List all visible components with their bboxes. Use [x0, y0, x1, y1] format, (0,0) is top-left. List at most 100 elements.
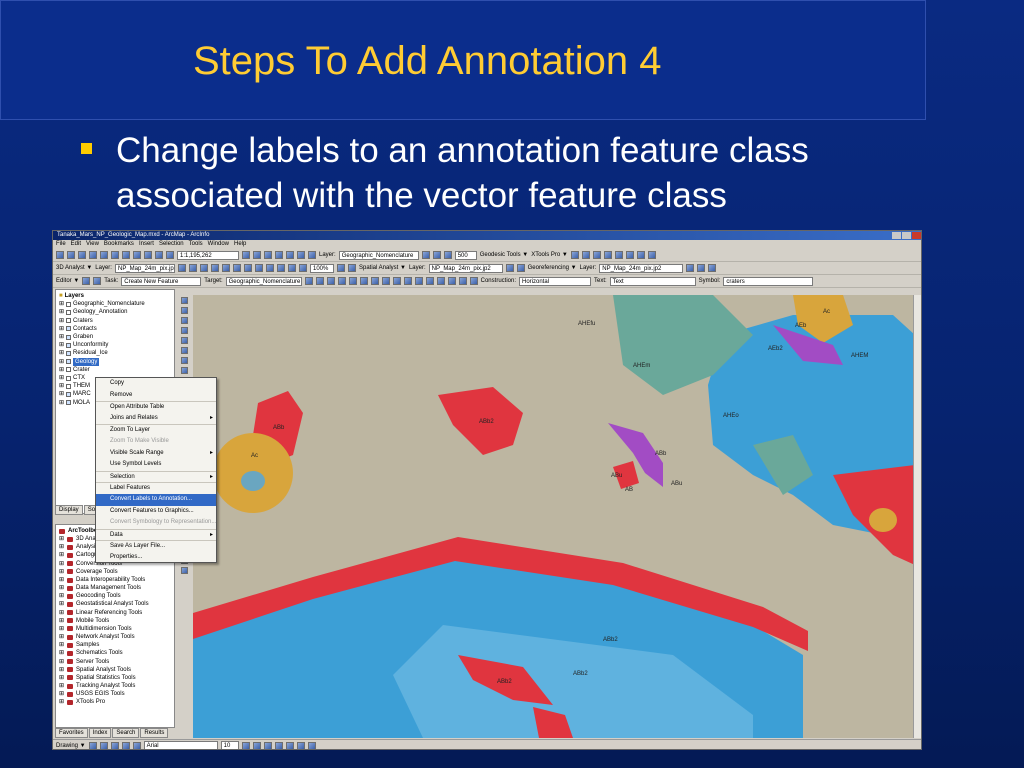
add-data-icon[interactable]	[166, 251, 174, 259]
steepest-path-icon[interactable]	[199, 264, 208, 272]
toc-root[interactable]: ■ Layers	[59, 292, 171, 300]
xtools-icon[interactable]	[636, 251, 645, 259]
expand-icon[interactable]: ⊞	[59, 576, 64, 584]
editor-tool-icon[interactable]	[414, 277, 423, 285]
contour-icon[interactable]	[188, 264, 197, 272]
font-dropdown[interactable]: Arial	[143, 741, 218, 749]
geodesic-tools-menu[interactable]: Geodesic Tools ▼	[480, 252, 529, 258]
full-extent-icon[interactable]	[180, 347, 188, 354]
expand-icon[interactable]: ⊞	[59, 658, 64, 666]
menu-file[interactable]: File	[56, 240, 66, 249]
toolbox-item[interactable]: ⊞ Data Management Tools	[59, 584, 171, 592]
menu-item-remove[interactable]: Remove	[96, 390, 216, 402]
marker-color-icon[interactable]	[307, 741, 316, 749]
symbol-dropdown[interactable]: craters	[723, 276, 814, 286]
toc-layer[interactable]: ⊞ Residual_Ice	[59, 349, 171, 357]
toc-layer[interactable]: ⊞ Geographic_Nomenclature	[59, 300, 171, 308]
expand-icon[interactable]: ⊞	[59, 317, 64, 325]
layout-icon[interactable]	[276, 264, 285, 272]
cut-icon[interactable]	[100, 251, 108, 259]
forward-extent-icon[interactable]	[180, 367, 188, 374]
menu-item-copy[interactable]: Copy	[96, 378, 216, 390]
expand-icon[interactable]: ⊞	[59, 300, 64, 308]
pan-icon[interactable]	[180, 337, 188, 344]
xtools-pro-menu[interactable]: XTools Pro ▼	[531, 252, 568, 258]
xtools-icon[interactable]	[614, 251, 623, 259]
tab-index[interactable]: Index	[88, 728, 112, 738]
delete-icon[interactable]	[133, 251, 141, 259]
tab-favorites[interactable]: Favorites	[55, 728, 88, 738]
expand-icon[interactable]: ⊞	[59, 551, 64, 559]
menu-view[interactable]: View	[86, 240, 99, 249]
expand-icon[interactable]: ⊞	[59, 341, 64, 349]
split-tool-icon[interactable]	[304, 277, 313, 285]
layer-checkbox[interactable]	[66, 367, 72, 373]
layer-checkbox[interactable]	[66, 334, 72, 340]
toolbox-item[interactable]: ⊞ Geocoding Tools	[59, 592, 171, 600]
layer-checkbox[interactable]	[66, 400, 72, 406]
sketch-tool-icon[interactable]	[93, 277, 102, 285]
back-extent-icon[interactable]	[180, 357, 188, 364]
expand-icon[interactable]: ⊞	[59, 535, 64, 543]
model-builder-icon[interactable]	[297, 251, 305, 259]
copy-icon[interactable]	[111, 251, 119, 259]
toolbox-item[interactable]: ⊞ Server Tools	[59, 658, 171, 666]
rotate-icon[interactable]	[686, 264, 695, 272]
xtools-icon[interactable]	[581, 251, 590, 259]
layer-checkbox[interactable]	[66, 351, 72, 357]
tab-results[interactable]: Results	[140, 728, 169, 738]
expand-icon[interactable]: ⊞	[59, 674, 64, 682]
fixed-zoom-in-icon[interactable]	[180, 317, 188, 324]
xtools-icon[interactable]	[647, 251, 656, 259]
menu-item-save-as-layer-file[interactable]: Save As Layer File...	[96, 540, 216, 552]
italic-icon[interactable]	[252, 741, 261, 749]
expand-icon[interactable]: ⊞	[59, 592, 64, 600]
close-icon[interactable]	[912, 232, 921, 239]
expand-icon[interactable]: ⊞	[59, 649, 64, 657]
menu-item-joins-relates[interactable]: Joins and Relates ▸	[96, 413, 216, 425]
spatial-analyst-layer-dropdown[interactable]: NP_Map_24m_pix.jp2	[428, 263, 503, 273]
print-icon[interactable]	[89, 251, 97, 259]
histogram-icon[interactable]	[516, 264, 525, 272]
toolbox-item[interactable]: ⊞ XTools Pro	[59, 698, 171, 706]
expand-icon[interactable]: ⊞	[59, 690, 64, 698]
menu-item-zoom-to-layer[interactable]: Zoom To Layer	[96, 424, 216, 436]
callout-icon[interactable]	[132, 741, 141, 749]
save-icon[interactable]	[78, 251, 86, 259]
expand-icon[interactable]: ⊞	[59, 625, 64, 633]
menu-bookmarks[interactable]: Bookmarks	[104, 240, 134, 249]
xtools-icon[interactable]	[592, 251, 601, 259]
toolbox-item[interactable]: ⊞ USGS EGIS Tools	[59, 690, 171, 698]
editor-tool-icon[interactable]	[425, 277, 434, 285]
fixed-zoom-out-icon[interactable]	[180, 327, 188, 334]
expand-icon[interactable]: ⊞	[59, 382, 64, 390]
layer-checkbox[interactable]	[66, 392, 72, 398]
open-icon[interactable]	[67, 251, 75, 259]
toolbox-item[interactable]: ⊞ Mobile Tools	[59, 617, 171, 625]
bold-icon[interactable]	[241, 741, 250, 749]
layer-checkbox[interactable]	[66, 383, 72, 389]
catalog-icon[interactable]	[264, 251, 272, 259]
toolbox-item[interactable]: ⊞ Linear Referencing Tools	[59, 609, 171, 617]
layout-icon[interactable]	[254, 264, 263, 272]
menu-edit[interactable]: Edit	[71, 240, 81, 249]
toolbox-item[interactable]: ⊞ Data Interoperability Tools	[59, 576, 171, 584]
menu-tools[interactable]: Tools	[189, 240, 203, 249]
text-field[interactable]: Text	[609, 276, 696, 286]
editor-tool-icon[interactable]	[370, 277, 379, 285]
menu-item-data[interactable]: Data ▸	[96, 528, 216, 541]
layer-checkbox[interactable]	[66, 375, 72, 381]
layer-checkbox[interactable]	[66, 359, 72, 365]
menu-item-convert-features-to-graphics[interactable]: Convert Features to Graphics...	[96, 506, 216, 518]
rotate-tool-icon[interactable]	[315, 277, 324, 285]
menu-item-open-attribute-table[interactable]: Open Attribute Table	[96, 401, 216, 413]
fill-color-icon[interactable]	[285, 741, 294, 749]
attributes-icon[interactable]	[326, 277, 335, 285]
underline-icon[interactable]	[263, 741, 272, 749]
editor-menu[interactable]: Editor ▼	[56, 278, 79, 284]
zoom-in-icon[interactable]	[180, 297, 188, 304]
expand-icon[interactable]: ⊞	[59, 349, 64, 357]
toc-layer[interactable]: ⊞ Unconformity	[59, 341, 171, 349]
expand-icon[interactable]: ⊞	[59, 543, 64, 551]
expand-icon[interactable]: ⊞	[59, 584, 64, 592]
